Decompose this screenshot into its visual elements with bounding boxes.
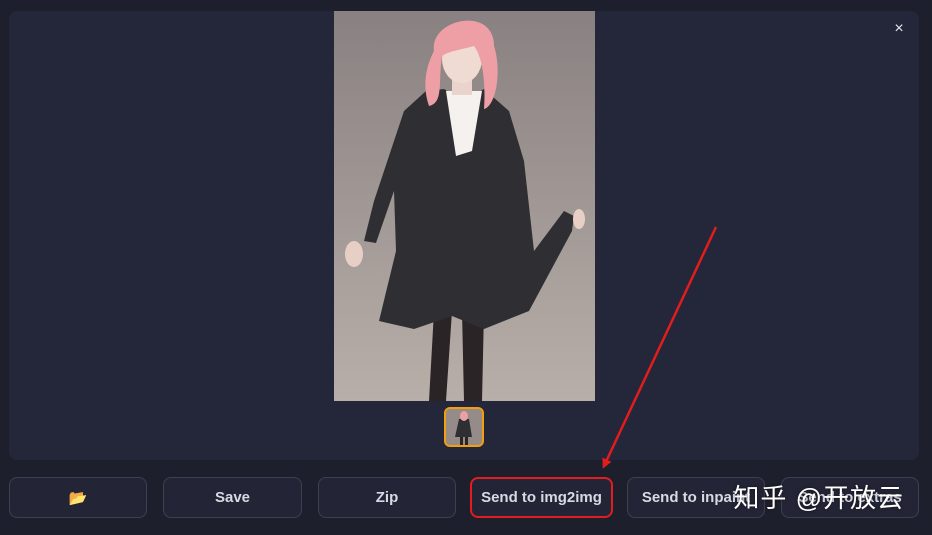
generated-image-illustration bbox=[334, 11, 595, 401]
send-to-img2img-label: Send to img2img bbox=[481, 489, 602, 506]
watermark-text: 知乎 @开放云 bbox=[733, 483, 904, 513]
save-button[interactable]: Save bbox=[163, 477, 302, 518]
open-folder-button[interactable]: 📂 bbox=[9, 477, 147, 518]
zip-button[interactable]: Zip bbox=[318, 477, 456, 518]
gallery-panel: × bbox=[9, 11, 919, 460]
thumbnail-selected[interactable] bbox=[444, 407, 484, 447]
folder-icon: 📂 bbox=[68, 489, 88, 507]
zip-button-label: Zip bbox=[375, 489, 399, 506]
generated-image[interactable] bbox=[334, 11, 595, 401]
thumbnail-illustration bbox=[446, 409, 482, 445]
save-button-label: Save bbox=[214, 489, 251, 506]
send-to-img2img-button[interactable]: Send to img2img bbox=[470, 477, 613, 518]
close-icon[interactable]: × bbox=[889, 19, 909, 39]
